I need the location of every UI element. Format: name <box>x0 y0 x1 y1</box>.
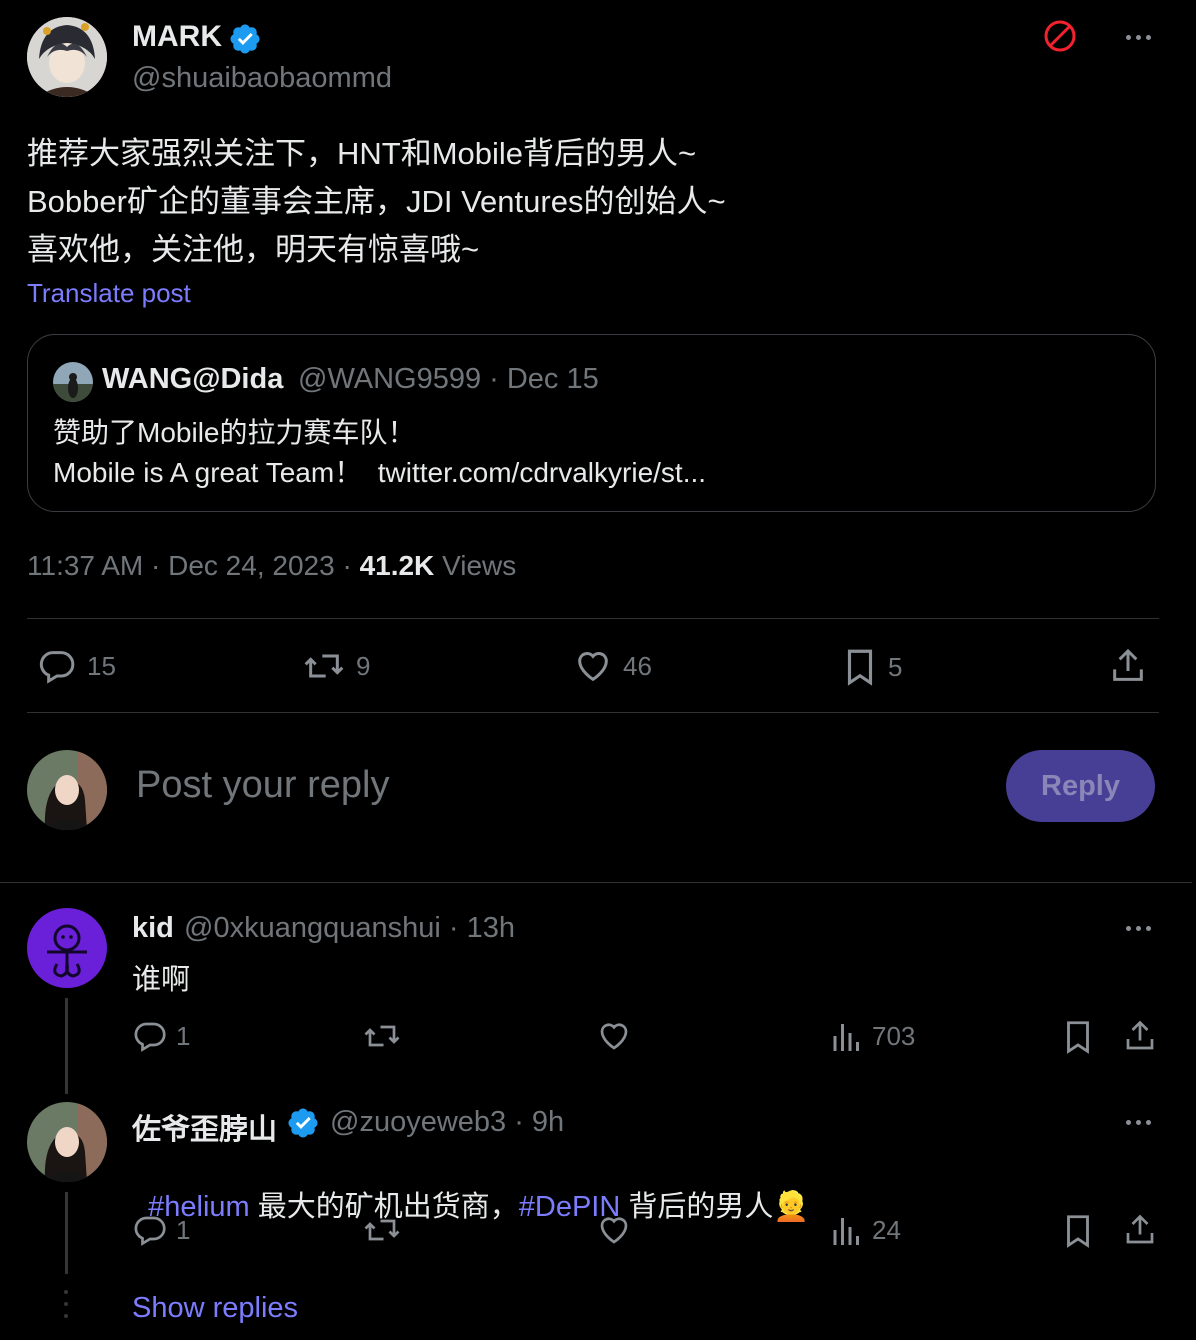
bookmark-action[interactable]: 5 <box>842 646 902 688</box>
current-user-avatar <box>27 750 107 830</box>
views-action[interactable]: 24 <box>830 1212 901 1248</box>
share-icon[interactable] <box>1108 646 1148 686</box>
heart-icon <box>573 646 613 686</box>
share-icon[interactable] <box>1122 1018 1158 1054</box>
heart-icon[interactable] <box>596 1212 632 1248</box>
post-text-line: 喜欢他，关注他，明天有惊喜哦~ <box>27 232 480 267</box>
divider <box>0 882 1192 883</box>
emoji: 👱 <box>773 1191 810 1223</box>
bookmark-icon[interactable] <box>1062 1212 1094 1250</box>
bookmark-icon[interactable] <box>1062 1018 1094 1056</box>
reply-reply-action[interactable]: 1 <box>132 1018 190 1054</box>
reply-button[interactable]: Reply <box>1006 750 1155 822</box>
post-text-line: 推荐大家强烈关注下，HNT和Mobile背后的男人~ <box>27 136 697 171</box>
reply-action[interactable]: 15 <box>37 646 116 686</box>
views-label: Views <box>442 550 517 581</box>
reply-avatar[interactable] <box>27 1102 107 1182</box>
author-name[interactable]: MARK <box>132 20 222 54</box>
reply-reply-action[interactable]: 1 <box>132 1212 190 1248</box>
thread-dots <box>64 1290 69 1318</box>
reply-count: 1 <box>176 1214 191 1245</box>
block-icon[interactable] <box>1042 18 1078 54</box>
post-text-line: Bobber矿企的董事会主席，JDI Ventures的创始人~ <box>27 184 726 219</box>
more-options-icon[interactable] <box>1126 35 1151 40</box>
repost-icon[interactable] <box>362 1212 402 1248</box>
reply-avatar[interactable] <box>27 908 107 988</box>
views-count: 41.2K <box>359 550 435 581</box>
reply-text: #helium 最大的矿机出货商，#DePIN 背后的男人👱 <box>132 1150 809 1225</box>
reply-input[interactable]: Post your reply <box>136 764 389 807</box>
reply-icon <box>132 1212 168 1248</box>
repost-icon <box>302 646 346 686</box>
repost-action[interactable]: 9 <box>302 646 370 686</box>
like-action[interactable]: 46 <box>573 646 652 686</box>
more-options-icon[interactable] <box>1126 926 1151 931</box>
like-count: 46 <box>623 650 652 681</box>
post-text: 推荐大家强烈关注下，HNT和Mobile背后的男人~ Bobber矿企的董事会主… <box>27 130 726 274</box>
views-count: 24 <box>872 1214 901 1245</box>
repost-icon[interactable] <box>362 1018 402 1054</box>
thread-connector <box>65 1192 68 1274</box>
show-replies-link[interactable]: Show replies <box>132 1292 298 1325</box>
analytics-icon <box>830 1212 864 1248</box>
reply-count: 1 <box>176 1020 191 1051</box>
divider <box>27 618 1159 619</box>
views-action[interactable]: 703 <box>830 1018 915 1054</box>
reply-handle-time[interactable]: @0xkuangquanshui · 13h <box>184 912 515 945</box>
verified-badge-icon <box>228 22 262 56</box>
analytics-icon <box>830 1018 864 1054</box>
quoted-text-line: Mobile is A great Team！ twitter.com/cdrv… <box>53 457 707 488</box>
author-avatar[interactable] <box>27 17 107 97</box>
quoted-author-avatar <box>53 362 93 402</box>
verified-badge-icon <box>286 1106 320 1140</box>
post-timestamp[interactable]: 11:37 AM · Dec 24, 2023 · <box>27 550 360 581</box>
reply-count: 15 <box>87 650 116 681</box>
quoted-text-line: 赞助了Mobile的拉力赛车队！ <box>53 417 416 448</box>
quoted-post[interactable]: WANG@Dida @WANG9599 · Dec 15 赞助了Mobile的拉… <box>27 334 1156 512</box>
reply-text-segment: 背后的男人 <box>620 1191 774 1223</box>
share-icon[interactable] <box>1122 1212 1158 1248</box>
divider <box>27 712 1159 713</box>
more-options-icon[interactable] <box>1126 1120 1151 1125</box>
quoted-author-name: WANG@Dida <box>102 363 284 395</box>
repost-count: 9 <box>356 650 371 681</box>
views-count: 703 <box>872 1020 916 1051</box>
reply-handle-time[interactable]: @zuoyeweb3 · 9h <box>330 1106 564 1139</box>
translate-post-link[interactable]: Translate post <box>27 278 191 309</box>
quoted-handle-date: @WANG9599 · Dec 15 <box>298 363 599 395</box>
reply-text: 谁啊 <box>132 964 191 996</box>
bookmark-icon <box>842 646 878 688</box>
bookmark-count: 5 <box>888 651 903 682</box>
reply-icon <box>132 1018 168 1054</box>
thread-connector <box>65 998 68 1094</box>
reply-icon <box>37 646 77 686</box>
reply-author-name[interactable]: kid <box>132 912 174 945</box>
reply-author-name[interactable]: 佐爷歪脖山 <box>132 1106 277 1148</box>
post-meta: 11:37 AM · Dec 24, 2023 · 41.2K Views <box>27 550 516 582</box>
author-handle[interactable]: @shuaibaobaommd <box>132 62 392 95</box>
heart-icon[interactable] <box>596 1018 632 1054</box>
